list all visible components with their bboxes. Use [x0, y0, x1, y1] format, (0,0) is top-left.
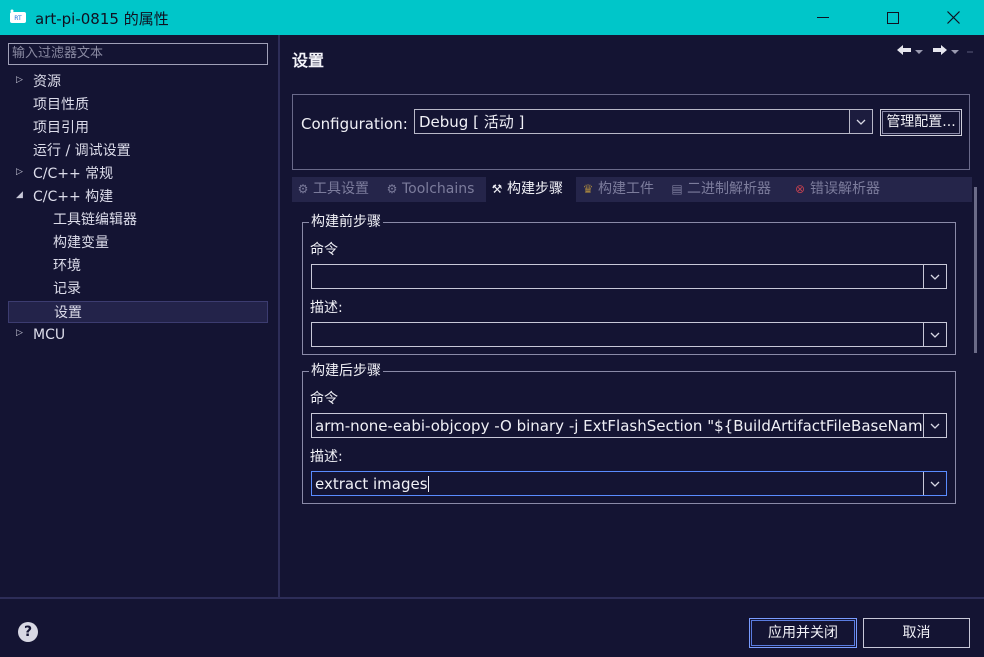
- svg-text:RT: RT: [14, 15, 22, 22]
- dialog-button-bar: ? 应用并关闭 取消: [0, 597, 984, 657]
- binary-file-icon: ▤: [671, 182, 683, 196]
- prebuild-steps-legend: 构建前步骤: [309, 213, 383, 231]
- postbuild-command-label: 命令: [310, 391, 338, 407]
- forward-menu-chevron-down-icon[interactable]: [950, 44, 960, 60]
- configuration-group: Configuration: Debug [ 活动 ] 管理配置...: [292, 94, 970, 170]
- postbuild-steps-group: 构建后步骤 命令 arm-none-eabi-objcopy -O binary…: [302, 362, 956, 504]
- expand-caret-icon[interactable]: ▷: [16, 75, 23, 85]
- apply-and-close-button[interactable]: 应用并关闭: [749, 618, 857, 648]
- settings-tabs: ⚙ 工具设置 ⚙ Toolchains ⚒ 构建步骤 ♛ 构建工件 ▤ 二进制解析器 ⊗ 错…: [292, 177, 972, 202]
- chevron-down-icon[interactable]: [923, 265, 946, 288]
- tree-item-logging[interactable]: 记录: [53, 278, 81, 300]
- expand-caret-icon[interactable]: ▷: [16, 167, 23, 177]
- configuration-select[interactable]: Debug [ 活动 ]: [414, 109, 873, 134]
- gear-icon: ⚙: [297, 182, 309, 196]
- tree-item-build-variables[interactable]: 构建变量: [53, 232, 109, 254]
- tree-item-resources[interactable]: 资源: [33, 71, 61, 93]
- tree-item-settings[interactable]: 设置: [8, 301, 268, 323]
- prebuild-steps-group: 构建前步骤 命令 描述:: [302, 213, 956, 355]
- tree-item-project-nature[interactable]: 项目性质: [33, 94, 89, 116]
- postbuild-description-value: extract images: [315, 475, 428, 493]
- tree-item-mcu[interactable]: MCU: [33, 324, 65, 346]
- collapse-caret-icon[interactable]: ◢: [16, 190, 23, 200]
- postbuild-steps-legend: 构建后步骤: [309, 362, 383, 380]
- prebuild-command-combo[interactable]: [311, 264, 947, 289]
- tree-item-cpp-general[interactable]: C/C++ 常规: [33, 163, 113, 185]
- tab-tool-settings[interactable]: ⚙ 工具设置: [292, 177, 380, 202]
- prebuild-description-label: 描述:: [310, 300, 343, 316]
- configuration-label: Configuration:: [301, 115, 408, 133]
- tab-error-parsers[interactable]: ⊗ 错误解析器: [789, 177, 894, 202]
- prebuild-description-combo[interactable]: [311, 322, 947, 347]
- chevron-down-icon[interactable]: [923, 414, 946, 437]
- title-bar: RT art-pi-0815 的属性: [0, 0, 984, 35]
- chevron-down-icon[interactable]: [849, 110, 872, 133]
- chevron-down-icon[interactable]: [923, 472, 946, 495]
- settings-panel: 设置 Configuration: Debug [ 活动 ] 管理配置... ⚙…: [280, 35, 984, 597]
- app-logo-icon: RT: [9, 9, 27, 26]
- trophy-icon: ♛: [582, 182, 594, 196]
- error-icon: ⊗: [794, 182, 806, 196]
- tree-item-environment[interactable]: 环境: [53, 255, 81, 277]
- tab-build-steps[interactable]: ⚒ 构建步骤: [486, 177, 576, 202]
- property-tree-panel: 输入过滤器文本 ▷ 资源 项目性质 项目引用 运行 / 调试设置 ▷ C/C++…: [0, 35, 280, 597]
- close-button[interactable]: [930, 0, 976, 35]
- text-cursor: [427, 476, 429, 492]
- cancel-button[interactable]: 取消: [863, 618, 970, 648]
- minimize-button[interactable]: [800, 0, 846, 35]
- prebuild-command-label: 命令: [310, 242, 338, 258]
- chevron-down-icon[interactable]: [923, 323, 946, 346]
- window-title: art-pi-0815 的属性: [35, 10, 169, 28]
- vertical-scrollbar[interactable]: [974, 187, 977, 353]
- postbuild-description-label: 描述:: [310, 449, 343, 465]
- maximize-button[interactable]: [870, 0, 916, 35]
- tree-item-cpp-build[interactable]: C/C++ 构建: [33, 186, 113, 208]
- view-menu-icon[interactable]: [966, 44, 974, 60]
- tree-item-toolchain-editor[interactable]: 工具链编辑器: [53, 209, 137, 231]
- tab-build-artifact[interactable]: ♛ 构建工件: [577, 177, 665, 202]
- manage-configurations-button[interactable]: 管理配置...: [880, 109, 962, 136]
- back-arrow-icon[interactable]: [896, 44, 912, 60]
- hammer-icon: ⚒: [491, 182, 503, 196]
- postbuild-command-combo[interactable]: arm-none-eabi-objcopy -O binary -j ExtFl…: [311, 413, 947, 438]
- expand-caret-icon[interactable]: ▷: [16, 328, 23, 338]
- tree-item-run-debug[interactable]: 运行 / 调试设置: [33, 140, 131, 162]
- gear-icon: ⚙: [386, 182, 398, 196]
- history-navigation: [896, 44, 974, 60]
- postbuild-command-value: arm-none-eabi-objcopy -O binary -j ExtFl…: [315, 417, 922, 435]
- tab-binary-parsers[interactable]: ▤ 二进制解析器: [666, 177, 788, 202]
- tab-toolchains[interactable]: ⚙ Toolchains: [381, 177, 485, 202]
- configuration-value: Debug [ 活动 ]: [419, 113, 525, 131]
- back-menu-chevron-down-icon[interactable]: [914, 44, 924, 60]
- forward-arrow-icon[interactable]: [932, 44, 948, 60]
- help-icon[interactable]: ?: [18, 622, 38, 642]
- postbuild-description-combo[interactable]: extract images: [311, 471, 947, 496]
- filter-input[interactable]: 输入过滤器文本: [8, 43, 268, 65]
- page-title: 设置: [292, 51, 325, 70]
- tree-item-project-references[interactable]: 项目引用: [33, 117, 89, 139]
